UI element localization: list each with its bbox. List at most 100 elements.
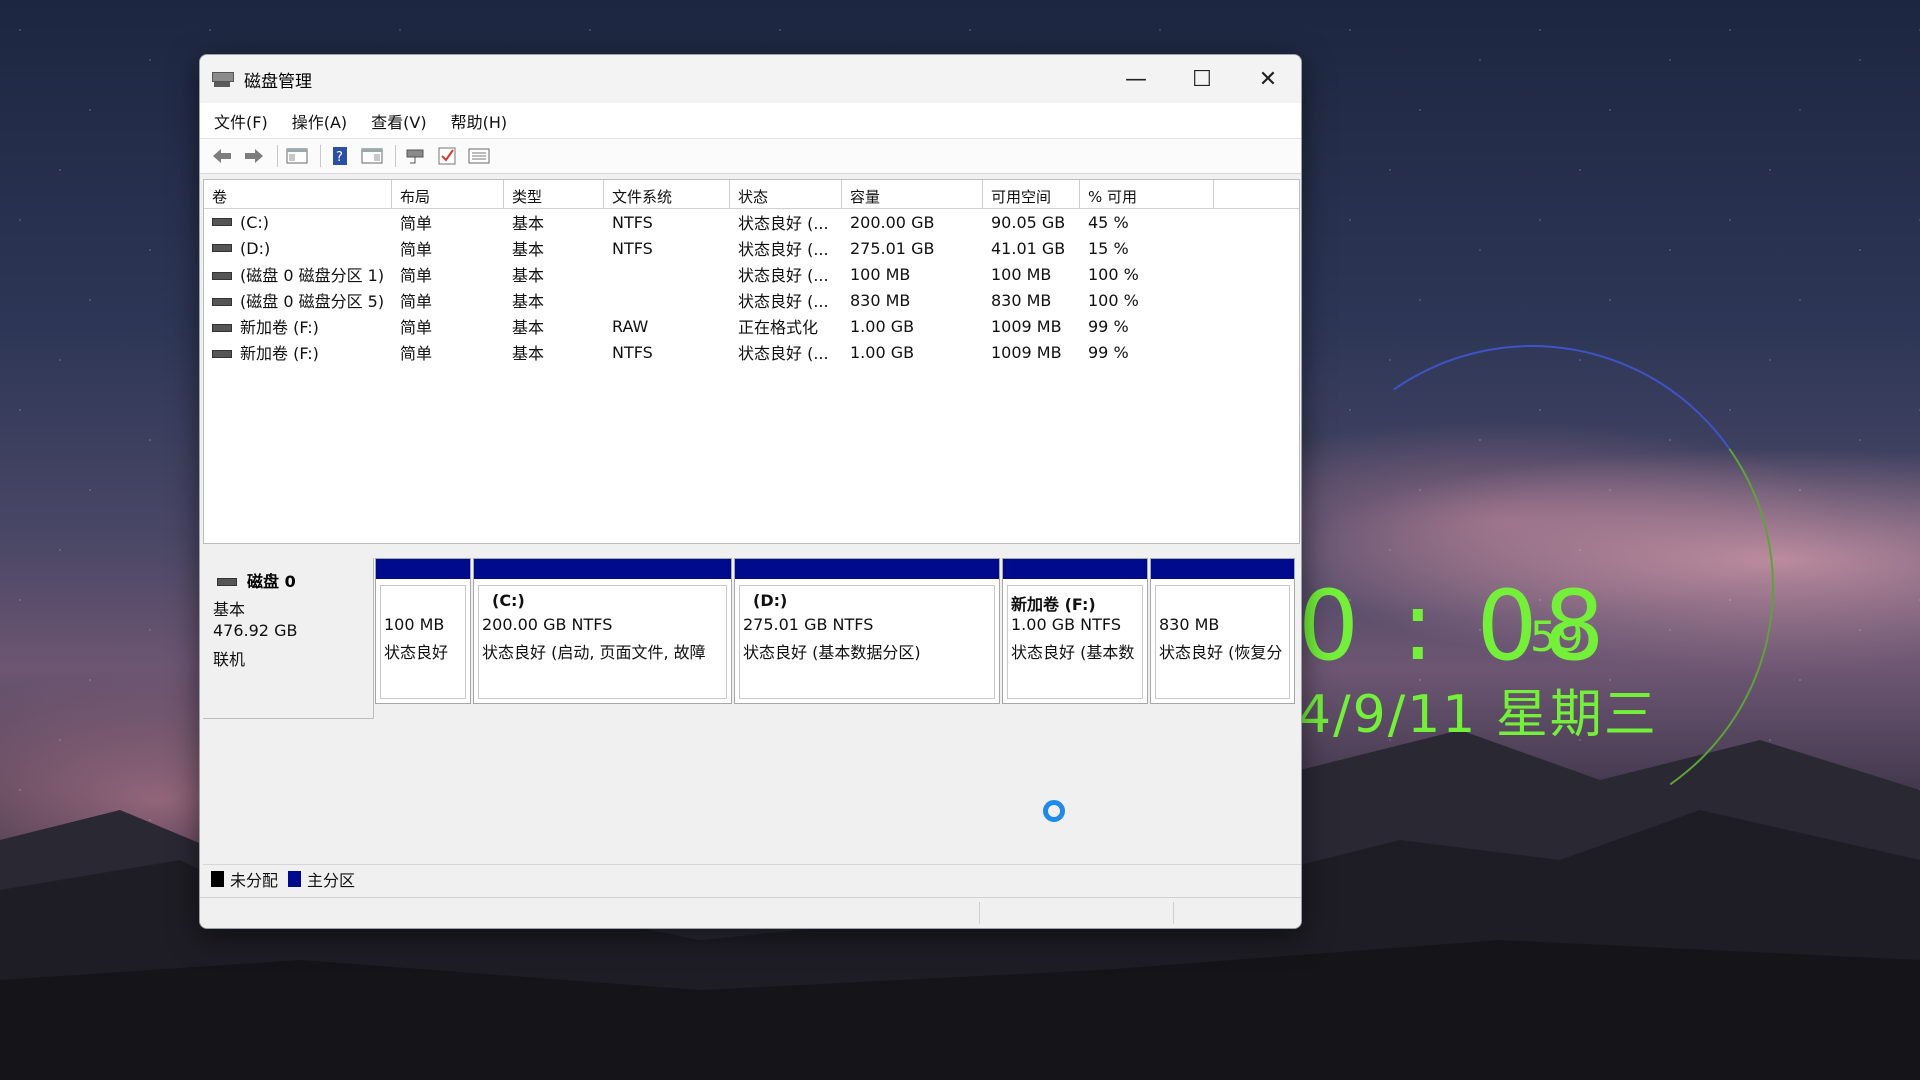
cell-layout: 简单 (400, 214, 433, 233)
partition-status: 状态良好 (恢复分 (1159, 643, 1283, 662)
cell-filesystem: NTFS (612, 212, 653, 232)
cell-layout: 简单 (400, 266, 433, 285)
cell-status: 正在格式化 (738, 318, 819, 337)
cell-volume: (磁盘 0 磁盘分区 1) (240, 266, 385, 285)
disk-icon (217, 577, 237, 586)
disk-size: 476.92 GB (213, 621, 298, 640)
cell-type: 基本 (512, 318, 545, 337)
cell-capacity: 100 MB (850, 264, 911, 284)
partition-c[interactable]: (C:) 200.00 GB NTFS 状态良好 (启动, 页面文件, 故障 (473, 558, 732, 704)
connect-icon[interactable] (401, 143, 429, 169)
volume-icon (212, 271, 232, 280)
column-header-status[interactable]: 状态 (730, 180, 842, 208)
partition-d[interactable]: (D:) 275.01 GB NTFS 状态良好 (基本数据分区) (734, 558, 1000, 704)
disk-management-icon (212, 70, 234, 88)
busy-spinner-icon (1043, 800, 1065, 822)
minimize-button[interactable]: — (1103, 55, 1169, 103)
cell-free-space: 830 MB (991, 290, 1052, 310)
table-row[interactable]: 新加卷 (F:) 简单 基本 RAW 正在格式化 1.00 GB 1009 MB… (204, 313, 1299, 339)
partition-efi[interactable]: 100 MB 状态良好 (375, 558, 471, 704)
column-header-layout[interactable]: 布局 (392, 180, 504, 208)
cell-percent-free: 99 % (1088, 342, 1129, 362)
partition-f[interactable]: 新加卷 (F:) 1.00 GB NTFS 状态良好 (基本数 (1002, 558, 1148, 704)
volume-icon (212, 323, 232, 332)
cell-volume: (磁盘 0 磁盘分区 5) (240, 292, 385, 311)
cell-type: 基本 (512, 240, 545, 259)
cell-status: 状态良好 (... (738, 240, 829, 259)
volume-icon (212, 244, 232, 252)
partition-size: 100 MB (384, 615, 445, 634)
window-title: 磁盘管理 (244, 71, 312, 92)
partition-size: 275.01 GB NTFS (743, 615, 874, 634)
cell-volume: 新加卷 (F:) (240, 318, 319, 337)
partition-status: 状态良好 (基本数据分区) (743, 643, 921, 662)
cell-filesystem: NTFS (612, 342, 653, 362)
table-row[interactable]: 新加卷 (F:) 简单 基本 NTFS 状态良好 (... 1.00 GB 10… (204, 339, 1299, 365)
partition-title: 新加卷 (F:) (1011, 595, 1096, 614)
check-icon[interactable] (433, 143, 461, 169)
cell-capacity: 275.01 GB (850, 238, 935, 258)
partition-strip: 100 MB 状态良好 (C:) 200.00 GB NTFS 状态良好 (启动… (375, 558, 1295, 704)
table-row[interactable]: (D:) 简单 基本 NTFS 状态良好 (... 275.01 GB 41.0… (204, 235, 1299, 261)
list-icon[interactable] (465, 143, 493, 169)
cell-free-space: 100 MB (991, 264, 1052, 284)
help-icon[interactable]: ? (326, 143, 354, 169)
cell-type: 基本 (512, 292, 545, 311)
console-tree-icon[interactable] (283, 143, 311, 169)
volume-list-header: 卷 布局 类型 文件系统 状态 容量 可用空间 % 可用 (204, 180, 1299, 209)
cell-free-space: 1009 MB (991, 316, 1062, 336)
volume-icon (212, 297, 232, 306)
disk-management-window: 磁盘管理 — ☐ ✕ 文件(F) 操作(A) 查看(V) 帮助(H) ? 卷 布… (199, 54, 1302, 929)
partition-status: 状态良好 (基本数 (1011, 643, 1135, 662)
column-header-percent-free[interactable]: % 可用 (1080, 180, 1214, 208)
title-bar[interactable]: 磁盘管理 — ☐ ✕ (200, 55, 1301, 103)
close-button[interactable]: ✕ (1235, 55, 1301, 103)
cell-capacity: 830 MB (850, 290, 911, 310)
partition-size: 200.00 GB NTFS (482, 615, 613, 634)
legend: 未分配 主分区 (203, 864, 1301, 893)
back-icon[interactable] (208, 143, 236, 169)
status-divider (1173, 902, 1174, 924)
cell-layout: 简单 (400, 240, 433, 259)
legend-primary: 主分区 (307, 871, 356, 890)
column-header-free-space[interactable]: 可用空间 (983, 180, 1080, 208)
cell-percent-free: 100 % (1088, 264, 1139, 284)
cell-status: 状态良好 (... (738, 344, 829, 363)
forward-icon[interactable] (240, 143, 268, 169)
column-header-volume[interactable]: 卷 (204, 180, 392, 208)
partition-size: 1.00 GB NTFS (1011, 615, 1121, 634)
menu-file[interactable]: 文件(F) (214, 109, 268, 133)
cell-free-space: 1009 MB (991, 342, 1062, 362)
column-header-capacity[interactable]: 容量 (842, 180, 983, 208)
column-header-type[interactable]: 类型 (504, 180, 604, 208)
partition-title: (C:) (492, 591, 525, 610)
partition-status: 状态良好 (384, 643, 449, 662)
table-row[interactable]: (C:) 简单 基本 NTFS 状态良好 (... 200.00 GB 90.0… (204, 209, 1299, 235)
cell-filesystem: RAW (612, 316, 649, 336)
partition-recovery[interactable]: 830 MB 状态良好 (恢复分 (1150, 558, 1295, 704)
desktop-clock-date: 4/9/11 星期三 (1298, 685, 1658, 745)
column-header-filesystem[interactable]: 文件系统 (604, 180, 730, 208)
menu-help[interactable]: 帮助(H) (451, 109, 508, 133)
cell-type: 基本 (512, 214, 545, 233)
status-bar (200, 897, 1301, 928)
partition-type-bar (474, 559, 731, 579)
legend-swatch-unallocated (211, 871, 224, 887)
table-row[interactable]: (磁盘 0 磁盘分区 1) 简单 基本 状态良好 (... 100 MB 100… (204, 261, 1299, 287)
partition-type-bar (1151, 559, 1294, 579)
table-row[interactable]: (磁盘 0 磁盘分区 5) 简单 基本 状态良好 (... 830 MB 830… (204, 287, 1299, 313)
cell-capacity: 200.00 GB (850, 212, 935, 232)
menu-bar: 文件(F) 操作(A) 查看(V) 帮助(H) (200, 103, 1301, 139)
legend-unallocated: 未分配 (230, 871, 279, 890)
cell-status: 状态良好 (... (738, 214, 829, 233)
cell-layout: 简单 (400, 344, 433, 363)
cell-free-space: 41.01 GB (991, 238, 1066, 258)
properties-icon[interactable] (358, 143, 386, 169)
disk-0-label[interactable]: 磁盘 0 基本 476.92 GB 联机 (203, 558, 374, 719)
partition-size: 830 MB (1159, 615, 1220, 634)
disk-state: 联机 (213, 650, 246, 669)
maximize-button[interactable]: ☐ (1169, 55, 1235, 103)
menu-action[interactable]: 操作(A) (292, 109, 347, 133)
cell-percent-free: 99 % (1088, 316, 1129, 336)
menu-view[interactable]: 查看(V) (371, 109, 426, 133)
